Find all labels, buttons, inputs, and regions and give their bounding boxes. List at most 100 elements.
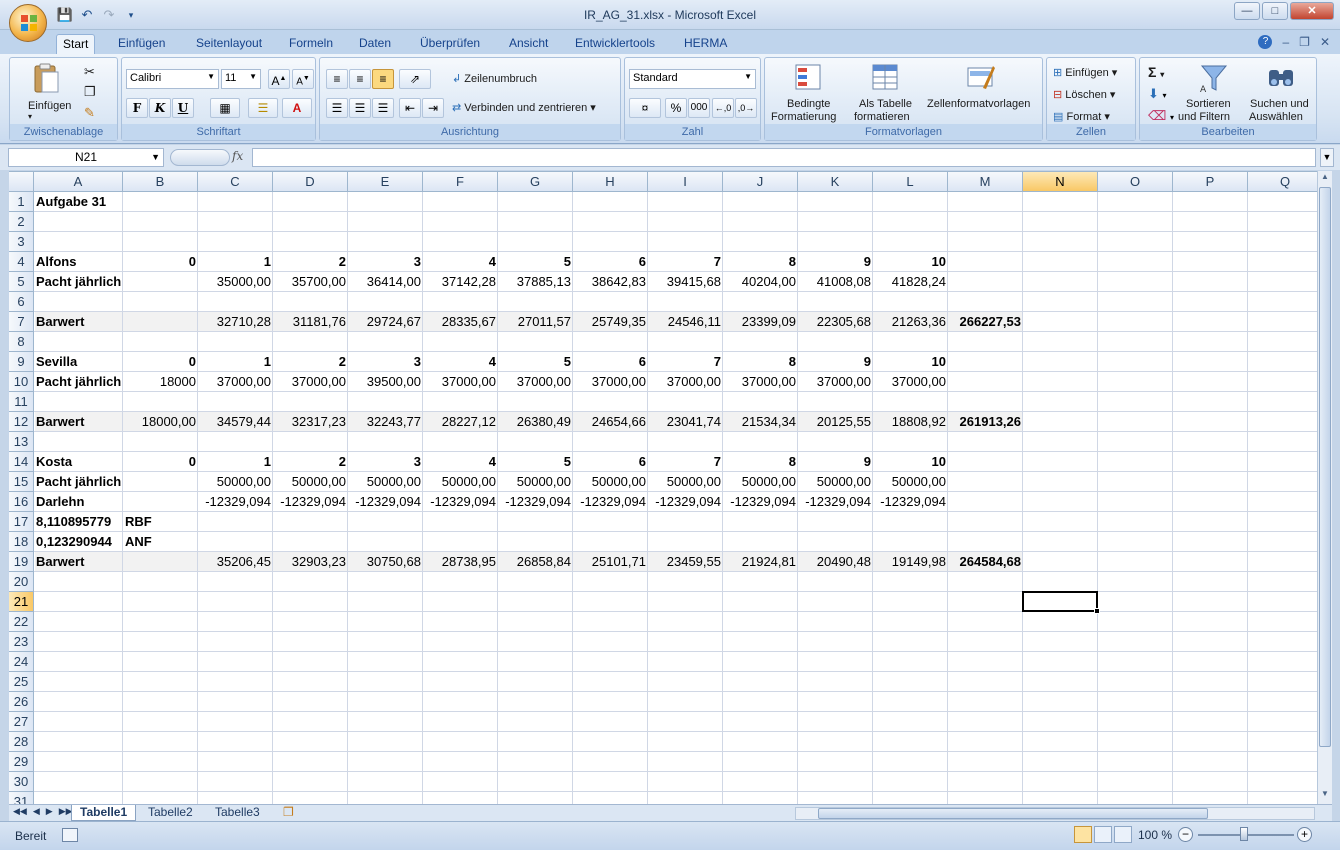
zoom-in-icon[interactable]: +	[1297, 827, 1312, 842]
row-header-26[interactable]: 26	[9, 692, 34, 712]
cell-i9[interactable]: 7	[648, 352, 723, 372]
row-header-30[interactable]: 30	[9, 772, 34, 792]
column-header-o[interactable]: O	[1098, 172, 1173, 192]
row-header-13[interactable]: 13	[9, 432, 34, 452]
cell-d19[interactable]: 32903,23	[273, 552, 348, 572]
row-header-6[interactable]: 6	[9, 292, 34, 312]
vertical-scrollbar[interactable]: ▲ ▼	[1317, 171, 1332, 804]
cell-f15[interactable]: 50000,00	[423, 472, 498, 492]
cell-e9[interactable]: 3	[348, 352, 423, 372]
cell-d16[interactable]: -12329,094	[273, 492, 348, 512]
conditional-formatting-icon[interactable]	[793, 62, 825, 94]
grow-font-button[interactable]: A▲	[268, 69, 290, 89]
chevron-down-icon[interactable]: ▼	[151, 149, 160, 166]
cell-k14[interactable]: 9	[798, 452, 873, 472]
column-header-k[interactable]: K	[798, 172, 873, 192]
cell-j12[interactable]: 21534,34	[723, 412, 798, 432]
next-sheet-icon[interactable]: ▶	[46, 806, 53, 817]
decrease-indent-icon[interactable]: ⇤	[399, 98, 421, 118]
fill-color-icon[interactable]: ☰	[248, 98, 278, 118]
cell-b9[interactable]: 0	[123, 352, 198, 372]
cell-k15[interactable]: 50000,00	[798, 472, 873, 492]
horizontal-scrollbar[interactable]	[795, 807, 1315, 820]
cell-d10[interactable]: 37000,00	[273, 372, 348, 392]
column-header-h[interactable]: H	[573, 172, 648, 192]
thousands-button[interactable]: 000	[688, 98, 710, 118]
cell-l10[interactable]: 37000,00	[873, 372, 948, 392]
cell-j15[interactable]: 50000,00	[723, 472, 798, 492]
cell-f12[interactable]: 28227,12	[423, 412, 498, 432]
cell-c12[interactable]: 34579,44	[198, 412, 273, 432]
tab-data[interactable]: Daten	[353, 34, 397, 54]
cell-f4[interactable]: 4	[423, 252, 498, 272]
cell-a10[interactable]: Pacht jährlich	[34, 372, 123, 392]
find-select-label-1[interactable]: Suchen und	[1250, 98, 1309, 110]
row-header-18[interactable]: 18	[9, 532, 34, 552]
row-header-19[interactable]: 19	[9, 552, 34, 572]
cell-e5[interactable]: 36414,00	[348, 272, 423, 292]
column-header-q[interactable]: Q	[1248, 172, 1317, 192]
zoom-level[interactable]: 100 %	[1138, 828, 1172, 842]
column-header-i[interactable]: I	[648, 172, 723, 192]
increase-indent-icon[interactable]: ⇥	[422, 98, 444, 118]
cell-i10[interactable]: 37000,00	[648, 372, 723, 392]
cell-b18[interactable]: ANF	[123, 532, 198, 552]
tab-review[interactable]: Überprüfen	[414, 34, 486, 54]
number-format-select[interactable]: Standard ▼	[629, 69, 756, 89]
merge-center-button[interactable]: ⇄ Verbinden und zentrieren ▾	[452, 101, 596, 114]
row-header-4[interactable]: 4	[9, 252, 34, 272]
cell-i7[interactable]: 24546,11	[648, 312, 723, 332]
cell-a16[interactable]: Darlehn	[34, 492, 123, 512]
cell-l5[interactable]: 41828,24	[873, 272, 948, 292]
cell-j9[interactable]: 8	[723, 352, 798, 372]
cell-k7[interactable]: 22305,68	[798, 312, 873, 332]
worksheet-grid[interactable]: A B C D E F G H I J K L M N O P Q 1 2 3 4 5 6 7 8 9 10 11 12 13 14 15 16…	[9, 171, 1317, 804]
name-box[interactable]: N21 ▼	[8, 148, 164, 167]
cell-i15[interactable]: 50000,00	[648, 472, 723, 492]
formula-bar-splitter[interactable]	[170, 149, 230, 166]
cell-i19[interactable]: 23459,55	[648, 552, 723, 572]
row-header-3[interactable]: 3	[9, 232, 34, 252]
active-cell-cursor[interactable]	[1022, 591, 1100, 614]
tab-page-layout[interactable]: Seitenlayout	[190, 34, 268, 54]
cell-g5[interactable]: 37885,13	[498, 272, 573, 292]
column-header-f[interactable]: F	[423, 172, 498, 192]
cell-a19[interactable]: Barwert	[34, 552, 123, 572]
cell-g10[interactable]: 37000,00	[498, 372, 573, 392]
cell-h4[interactable]: 6	[573, 252, 648, 272]
cell-l9[interactable]: 10	[873, 352, 948, 372]
vertical-scroll-thumb[interactable]	[1319, 187, 1331, 747]
cell-h10[interactable]: 37000,00	[573, 372, 648, 392]
cut-icon[interactable]: ✂	[84, 64, 95, 80]
paste-dropdown-icon[interactable]: ▾	[28, 112, 32, 121]
workbook-close-icon[interactable]: ✕	[1320, 35, 1330, 49]
cell-i4[interactable]: 7	[648, 252, 723, 272]
cell-a1[interactable]: Aufgabe 31	[34, 192, 123, 212]
cell-d7[interactable]: 31181,76	[273, 312, 348, 332]
cell-l19[interactable]: 19149,98	[873, 552, 948, 572]
cell-a7[interactable]: Barwert	[34, 312, 123, 332]
cell-b14[interactable]: 0	[123, 452, 198, 472]
row-header-20[interactable]: 20	[9, 572, 34, 592]
align-right-icon[interactable]: ☰	[372, 98, 394, 118]
cell-d15[interactable]: 50000,00	[273, 472, 348, 492]
font-color-icon[interactable]: A	[282, 98, 312, 118]
row-header-17[interactable]: 17	[9, 512, 34, 532]
cell-c5[interactable]: 35000,00	[198, 272, 273, 292]
cell-g7[interactable]: 27011,57	[498, 312, 573, 332]
cell-l7[interactable]: 21263,36	[873, 312, 948, 332]
cell-b4[interactable]: 0	[123, 252, 198, 272]
bold-button[interactable]: F	[126, 98, 148, 118]
cell-e4[interactable]: 3	[348, 252, 423, 272]
paste-icon[interactable]	[30, 62, 62, 94]
prev-sheet-icon[interactable]: ◀	[33, 806, 40, 817]
cell-l14[interactable]: 10	[873, 452, 948, 472]
cell-h15[interactable]: 50000,00	[573, 472, 648, 492]
cell-d5[interactable]: 35700,00	[273, 272, 348, 292]
cell-k9[interactable]: 9	[798, 352, 873, 372]
cell-g9[interactable]: 5	[498, 352, 573, 372]
row-header-24[interactable]: 24	[9, 652, 34, 672]
close-button[interactable]: ✕	[1290, 2, 1334, 20]
currency-icon[interactable]: ¤	[629, 98, 661, 118]
workbook-minimize-icon[interactable]: –	[1282, 35, 1289, 49]
